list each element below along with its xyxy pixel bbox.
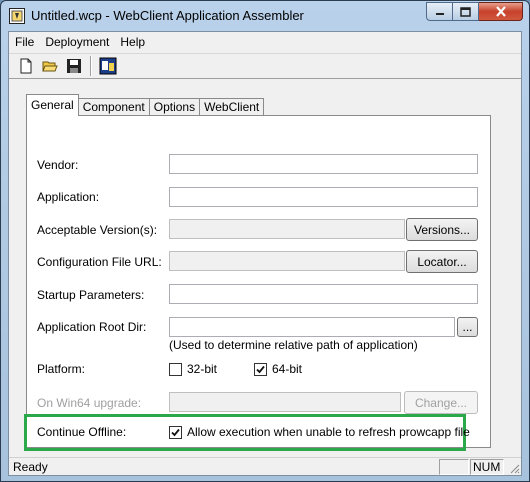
platform-32bit-checkbox[interactable] (169, 362, 182, 376)
startup-params-field[interactable] (169, 284, 478, 304)
application-input[interactable] (173, 190, 474, 204)
new-button[interactable] (16, 56, 36, 76)
app-icon[interactable] (9, 8, 25, 24)
close-button[interactable] (479, 2, 523, 21)
deploy-button[interactable] (98, 56, 118, 76)
application-field[interactable] (169, 187, 478, 207)
browse-root-dir-button[interactable]: ... (457, 317, 478, 337)
save-disk-icon (67, 59, 81, 73)
status-text: Ready (13, 460, 48, 474)
continue-offline-checkbox[interactable] (169, 425, 182, 439)
status-pane-empty (439, 459, 469, 475)
continue-offline-label: Continue Offline: (37, 425, 127, 439)
menu-deployment[interactable]: Deployment (39, 32, 114, 52)
main-content: General Component Options WebClient Vend… (9, 79, 521, 453)
open-button[interactable] (40, 56, 60, 76)
platform-label: Platform: (37, 362, 86, 376)
check-mark-icon (256, 365, 265, 373)
platform-32bit-option[interactable]: 32-bit (169, 362, 217, 376)
application-label: Application: (37, 190, 100, 204)
platform-32bit-label: 32-bit (187, 362, 218, 376)
acceptable-versions-field (169, 219, 405, 239)
startup-params-label: Startup Parameters: (37, 288, 145, 302)
vendor-field[interactable] (169, 154, 478, 174)
vendor-input[interactable] (173, 157, 474, 171)
status-num: NUM (470, 459, 504, 475)
locator-button[interactable]: Locator... (406, 250, 478, 273)
tab-webclient[interactable]: WebClient (199, 98, 265, 116)
menu-bar: File Deployment Help (9, 32, 521, 52)
tab-general[interactable]: General (26, 94, 79, 116)
resize-grip-icon[interactable] (508, 462, 520, 474)
tab-options[interactable]: Options (148, 98, 201, 116)
minimize-button[interactable] (426, 2, 453, 21)
platform-64bit-label: 64-bit (272, 362, 303, 376)
change-button: Change... (404, 391, 478, 414)
win64-upgrade-field (169, 392, 401, 412)
menu-file[interactable]: File (9, 32, 39, 52)
status-bar: Ready NUM (9, 457, 521, 475)
new-document-icon (20, 58, 32, 74)
platform-64bit-checkbox[interactable] (254, 362, 267, 376)
client-area: File Deployment Help General Component O… (8, 31, 522, 476)
config-url-label: Configuration File URL: (37, 255, 162, 269)
continue-offline-option[interactable]: Allow execution when unable to refresh p… (169, 425, 470, 439)
menu-help[interactable]: Help (114, 32, 150, 52)
check-mark-icon (171, 428, 180, 436)
deploy-icon (99, 57, 117, 75)
close-icon (495, 6, 506, 17)
app-window: Untitled.wcp - WebClient Application Ass… (0, 0, 530, 482)
config-url-field (169, 251, 405, 271)
versions-button[interactable]: Versions... (406, 218, 478, 241)
tab-component[interactable]: Component (77, 98, 150, 116)
vendor-label: Vendor: (37, 158, 79, 172)
app-root-dir-field[interactable] (169, 317, 455, 337)
toolbar-separator (90, 56, 92, 76)
maximize-icon (460, 6, 471, 17)
title-bar[interactable]: Untitled.wcp - WebClient Application Ass… (1, 1, 529, 31)
startup-params-input[interactable] (173, 287, 474, 301)
save-button[interactable] (64, 56, 84, 76)
acceptable-versions-label: Acceptable Version(s): (37, 223, 158, 237)
app-root-dir-hint: (Used to determine relative path of appl… (169, 338, 418, 352)
continue-offline-checkbox-label: Allow execution when unable to refresh p… (187, 425, 470, 439)
maximize-button[interactable] (453, 2, 479, 21)
tab-strip: General Component Options WebClient (26, 94, 265, 116)
minimize-icon (435, 12, 444, 15)
app-root-dir-input[interactable] (173, 320, 451, 334)
window-title: Untitled.wcp - WebClient Application Ass… (31, 8, 304, 23)
app-root-dir-label: Application Root Dir: (37, 320, 147, 334)
open-folder-icon (42, 61, 58, 72)
win64-upgrade-label: On Win64 upgrade: (37, 396, 142, 410)
toolbar (9, 53, 521, 79)
platform-64bit-option[interactable]: 64-bit (254, 362, 302, 376)
